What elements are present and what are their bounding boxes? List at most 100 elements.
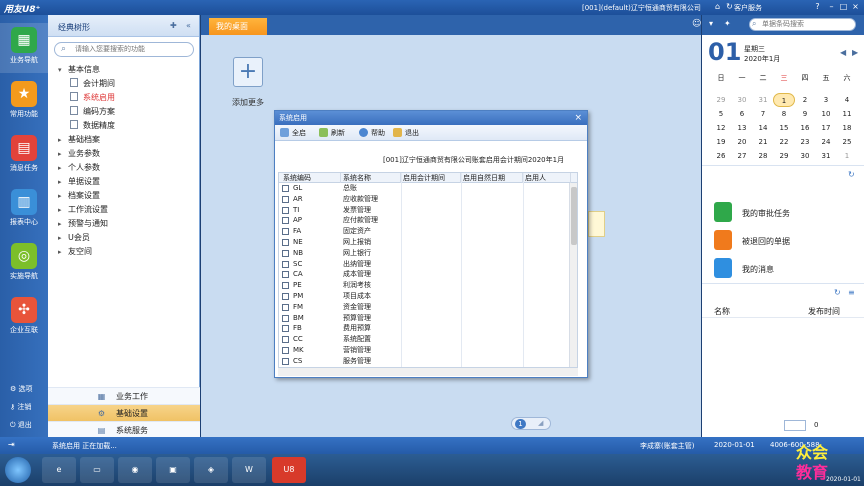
enable-checkbox[interactable] — [282, 282, 289, 290]
enable-checkbox[interactable] — [282, 260, 289, 268]
msg-refresh-icon[interactable]: ↻ — [834, 288, 841, 297]
tree-leaf[interactable]: 数据精度 — [48, 119, 200, 133]
calendar-day-cell[interactable]: 31 — [752, 93, 774, 107]
enable-checkbox[interactable] — [282, 357, 289, 365]
help-icon[interactable]: ? — [812, 2, 823, 12]
tree-folder[interactable]: ▸ 基础档案 — [48, 133, 200, 147]
taskbar-u8-icon[interactable]: U8 — [272, 457, 306, 483]
enable-checkbox[interactable] — [282, 346, 289, 354]
collapsed-arrow-icon[interactable]: ▸ — [58, 231, 68, 245]
maximize-icon[interactable]: □ — [838, 2, 849, 12]
lock-icon[interactable]: ✦ — [724, 19, 731, 28]
msg-list-icon[interactable]: ≡ — [848, 288, 855, 297]
calendar-day-cell[interactable]: 3 — [815, 93, 837, 107]
col-system-name[interactable]: 系统名称 — [341, 173, 401, 183]
module-group-item[interactable]: ▦ 业务工作 — [48, 387, 200, 404]
enable-checkbox[interactable] — [282, 206, 289, 214]
table-row[interactable]: AP 应付款管理 — [279, 215, 577, 226]
function-search-box[interactable]: ⌕ — [54, 42, 194, 57]
table-row[interactable]: SC 出纳管理 — [279, 259, 577, 270]
tree-folder[interactable]: ▸ 工作流设置 — [48, 203, 200, 217]
calendar-day-cell[interactable]: 29 — [710, 93, 732, 107]
tree-leaf[interactable]: 会计期间 — [48, 77, 200, 91]
calendar-day-cell[interactable]: 1 — [836, 149, 858, 163]
tree-folder[interactable]: ▾ 基本信息 — [48, 63, 200, 77]
table-row[interactable]: BM 预算管理 — [279, 313, 577, 324]
taskbar-chip-icon[interactable]: ▣ — [156, 457, 190, 483]
tree-folder[interactable]: ▸ U会员 — [48, 231, 200, 245]
table-row[interactable]: MK 营销管理 — [279, 345, 577, 356]
table-row[interactable]: CA 成本管理 — [279, 269, 577, 280]
refresh-button[interactable]: 刷新 — [319, 128, 345, 139]
tree-folder[interactable]: ▸ 单据设置 — [48, 175, 200, 189]
collapsed-arrow-icon[interactable]: ▸ — [58, 217, 68, 231]
dialog-hscrollbar[interactable] — [278, 368, 578, 376]
table-row[interactable]: CC 系统配置 — [279, 334, 577, 345]
options-button[interactable]: ⚙ 选项 — [10, 384, 33, 398]
table-row[interactable]: FB 费用预算 — [279, 323, 577, 334]
add-more-tile[interactable]: + — [233, 57, 263, 87]
calendar-day-cell[interactable]: 20 — [731, 135, 753, 149]
calendar-day-cell[interactable]: 31 — [815, 149, 837, 163]
calendar-day-cell[interactable]: 30 — [794, 149, 816, 163]
collapsed-arrow-icon[interactable]: ▸ — [58, 203, 68, 217]
module-group-item[interactable]: ▤ 系统服务 — [48, 421, 200, 438]
taskbar-folder-icon[interactable]: ▭ — [80, 457, 114, 483]
col-enable-date[interactable]: 启用自然日期 — [461, 173, 523, 183]
enable-checkbox[interactable] — [282, 271, 289, 279]
table-row[interactable]: TI 发票管理 — [279, 205, 577, 216]
collapsed-arrow-icon[interactable]: ▸ — [58, 189, 68, 203]
tree-folder[interactable]: ▸ 档案设置 — [48, 189, 200, 203]
exit-dialog-button[interactable]: 退出 — [393, 128, 419, 139]
collapsed-arrow-icon[interactable]: ▸ — [58, 245, 68, 259]
calendar-day-cell[interactable]: 1 — [773, 93, 795, 107]
collapsed-arrow-icon[interactable]: ▸ — [58, 175, 68, 189]
enable-checkbox[interactable] — [282, 314, 289, 322]
calendar-day-cell[interactable]: 5 — [710, 107, 732, 121]
calendar-day-cell[interactable]: 13 — [731, 121, 753, 135]
module-group-item[interactable]: ⚙ 基础设置 — [48, 404, 200, 421]
rail-implementation-nav[interactable]: ◎ 实施导航 — [0, 239, 48, 289]
tab-my-desktop[interactable]: 我的桌面 — [209, 18, 267, 35]
collapsed-arrow-icon[interactable]: ▸ — [58, 133, 68, 147]
calendar-day-cell[interactable]: 28 — [752, 149, 774, 163]
exit-button[interactable]: ⏻ 退出 — [10, 420, 32, 434]
calendar-day-cell[interactable]: 6 — [731, 107, 753, 121]
enable-all-button[interactable]: 全启 — [280, 128, 306, 139]
taskbar-ie-icon[interactable]: e — [42, 457, 76, 483]
table-row[interactable]: PE 利润考核 — [279, 280, 577, 291]
taskbar-browser-icon[interactable]: ◉ — [118, 457, 152, 483]
calendar-day-cell[interactable]: 21 — [752, 135, 774, 149]
pin-icon[interactable]: ✚ — [170, 21, 177, 30]
calendar-day-cell[interactable]: 18 — [836, 121, 858, 135]
expanded-arrow-icon[interactable]: ▾ — [58, 63, 68, 77]
table-row[interactable]: CS 服务管理 — [279, 356, 577, 367]
calendar-day-cell[interactable]: 29 — [773, 149, 795, 163]
col-system-code[interactable]: 系统编码 — [281, 173, 341, 183]
close-icon[interactable]: × — [850, 2, 861, 12]
enable-checkbox[interactable] — [282, 292, 289, 300]
table-row[interactable]: FA 固定资产 — [279, 226, 577, 237]
rail-business-nav[interactable]: ▦ 业务导航 — [0, 23, 48, 73]
tree-folder[interactable]: ▸ 业务参数 — [48, 147, 200, 161]
rail-common-functions[interactable]: ★ 常用功能 — [0, 77, 48, 127]
table-row[interactable]: NE 网上报销 — [279, 237, 577, 248]
logout-button[interactable]: ⚷ 注销 — [10, 402, 31, 416]
expand-icon[interactable]: ⇥ — [8, 440, 15, 449]
table-row[interactable]: PM 项目成本 — [279, 291, 577, 302]
tree-folder[interactable]: ▸ 个人参数 — [48, 161, 200, 175]
rail-message-tasks[interactable]: ▤ 消息任务 — [0, 131, 48, 181]
calendar-day-cell[interactable]: 26 — [710, 149, 732, 163]
taskbar-wps-icon[interactable]: W — [232, 457, 266, 483]
enable-checkbox[interactable] — [282, 303, 289, 311]
collapse-icon[interactable]: « — [186, 21, 191, 30]
table-row[interactable]: GL 总账 — [279, 183, 577, 194]
grid-scroll-thumb[interactable] — [571, 187, 577, 245]
task-item[interactable]: 我的审批任务 — [714, 202, 854, 226]
start-button[interactable] — [5, 457, 31, 483]
collapsed-panel-stub[interactable] — [588, 211, 605, 237]
calendar-day-cell[interactable]: 24 — [815, 135, 837, 149]
home-icon[interactable]: ⌂ — [712, 2, 723, 12]
tree-folder[interactable]: ▸ 预警与通知 — [48, 217, 200, 231]
calendar-day-cell[interactable]: 27 — [731, 149, 753, 163]
